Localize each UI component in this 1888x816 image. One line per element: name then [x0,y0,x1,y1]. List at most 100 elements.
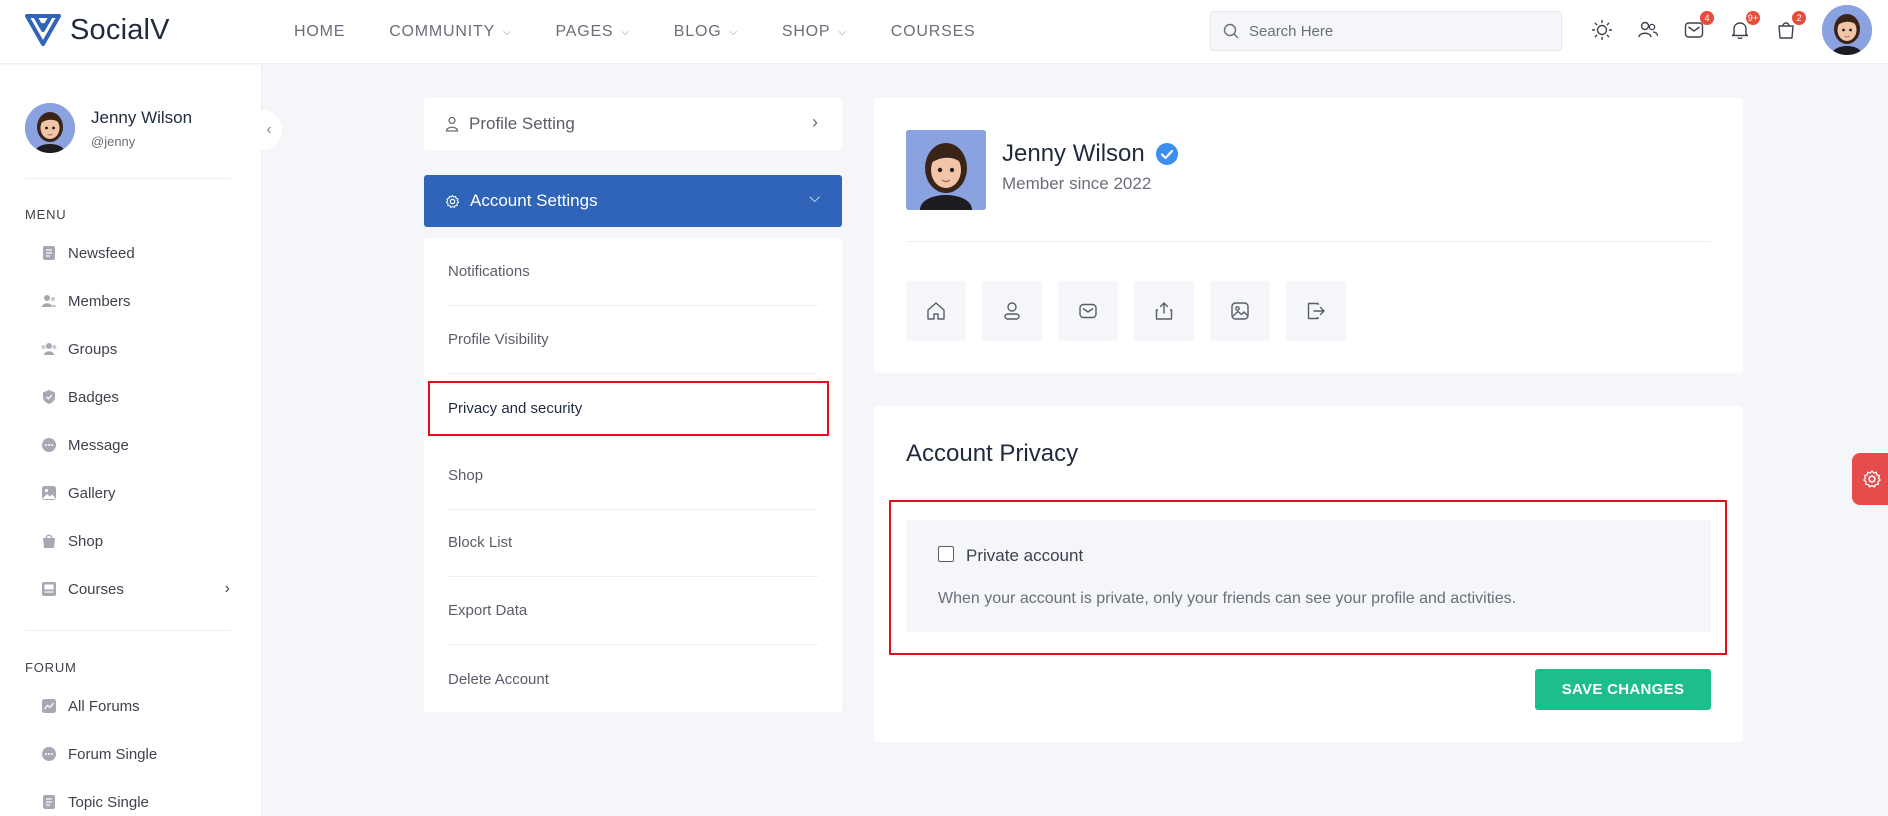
submenu-profile-visibility[interactable]: Profile Visibility [448,306,818,374]
main-nav: HOME COMMUNITY ⌵ PAGES ⌵ BLOG ⌵ SHOP ⌵ COURS… [294,0,1020,64]
cart-badge: 2 [1792,11,1806,25]
sidebar-collapse-button[interactable]: ‹ [256,110,282,150]
submenu-privacy-security[interactable]: Privacy and security [448,374,818,442]
sidebar-item-courses[interactable]: Courses › [40,577,230,601]
private-account-checkbox[interactable] [938,546,954,562]
divider [25,178,231,179]
sidebar-item-message[interactable]: Message [40,433,230,457]
sidebar-item-members[interactable]: Members [40,289,230,313]
logo[interactable]: SocialV [24,12,170,48]
app-name: SocialV [70,13,170,46]
submenu-export-data[interactable]: Export Data [448,577,818,645]
sidebar-user[interactable]: Jenny Wilson @jenny [25,103,192,153]
share-button[interactable] [1134,281,1194,341]
user-icon [445,116,459,132]
notifications-bell-icon[interactable]: 9+ [1728,11,1760,42]
submenu-block-list[interactable]: Block List [448,509,818,577]
gear-icon [445,194,460,208]
gallery-button[interactable] [1210,281,1270,341]
search-input[interactable] [1249,22,1529,40]
submenu-notifications[interactable]: Notifications [448,238,818,306]
chevron-right-icon[interactable]: › [225,580,230,598]
cart-bag-icon[interactable]: 2 [1774,11,1806,42]
chevron-down-icon: ⌵ [838,26,847,38]
logout-icon [1307,302,1325,320]
save-changes-button[interactable]: SAVE CHANGES [1535,669,1711,710]
friends-icon[interactable] [1636,18,1660,42]
sidebar-item-topic-single[interactable]: Topic Single [40,790,230,814]
submenu-delete-account[interactable]: Delete Account [448,645,818,713]
profile-card: Jenny Wilson Member since 2022 [874,98,1743,373]
theme-settings-button[interactable] [1852,453,1888,505]
nav-courses[interactable]: COURSES [891,23,976,41]
private-account-option: Private account When your account is pri… [906,520,1711,632]
mail-button[interactable] [1058,281,1118,341]
sidebar-item-badges[interactable]: Badges [40,385,230,409]
sidebar-item-all-forums[interactable]: All Forums [40,694,230,718]
sidebar-item-forum-single[interactable]: Forum Single [40,742,230,766]
account-privacy-title: Account Privacy [906,440,1079,467]
profile-setting-link[interactable]: Profile Setting › [424,98,842,150]
chevron-left-icon: ‹ [266,121,272,138]
logout-button[interactable] [1286,281,1346,341]
private-account-label[interactable]: Private account [966,546,1083,566]
user-icon [1004,302,1020,320]
account-settings-submenu: Notifications Profile Visibility Privacy… [424,238,842,712]
top-navbar: SocialV HOME COMMUNITY ⌵ PAGES ⌵ BLOG ⌵ SHO… [0,0,1888,64]
forums-icon [40,697,58,715]
sidebar-item-newsfeed[interactable]: Newsfeed [40,241,230,265]
gallery-icon [40,484,58,502]
badge-icon [40,388,58,406]
messages-badge: 4 [1700,11,1714,25]
avatar [906,130,986,210]
forum-section-title: FORUM [25,660,77,675]
courses-icon [40,580,58,598]
account-privacy-card: Account Privacy Private account When you… [874,406,1743,742]
menu-section-title: MENU [25,207,67,222]
profile-button[interactable] [982,281,1042,341]
upload-share-icon [1155,302,1173,320]
socialv-logo-icon [25,14,61,46]
sidebar-item-gallery[interactable]: Gallery [40,481,230,505]
nav-shop[interactable]: SHOP ⌵ [782,23,847,41]
chevron-down-icon: ⌵ [621,26,630,38]
chevron-down-icon: ⌵ [729,26,738,38]
message-icon [40,436,58,454]
account-settings-toggle[interactable]: Account Settings ⌵ [424,175,842,227]
gear-icon [1863,470,1881,488]
nav-blog[interactable]: BLOG ⌵ [674,23,738,41]
messages-icon[interactable]: 4 [1682,11,1714,42]
sidebar-user-name: Jenny Wilson [91,107,193,127]
search-icon [1223,23,1239,39]
verified-badge-icon [1155,143,1178,165]
nav-home[interactable]: HOME [294,23,345,41]
nav-community[interactable]: COMMUNITY ⌵ [389,23,511,41]
left-sidebar: Jenny Wilson @jenny ‹ MENU Newsfeed Memb… [0,65,282,816]
profile-actions [906,281,1362,341]
mail-icon [1079,303,1097,319]
sidebar-item-groups[interactable]: Groups [40,337,230,361]
submenu-shop[interactable]: Shop [448,442,818,510]
theme-toggle-sun-icon[interactable] [1590,18,1614,42]
forum-chat-icon [40,745,58,763]
chevron-right-icon: › [812,112,818,132]
sidebar-item-shop[interactable]: Shop [40,529,230,553]
chevron-down-icon: ⌵ [809,189,820,205]
chevron-down-icon: ⌵ [503,26,512,38]
top-icons: 4 9+ 2 [1590,0,1820,60]
search-box[interactable] [1210,11,1562,51]
members-icon [40,292,58,310]
user-avatar-top[interactable] [1822,5,1872,55]
profile-name: Jenny Wilson [1002,140,1179,168]
profile-setting-label: Profile Setting [469,114,575,133]
sidebar-user-handle: @jenny [91,133,136,149]
account-settings-label: Account Settings [470,191,598,210]
divider [906,241,1711,242]
image-icon [1231,302,1249,320]
nav-pages[interactable]: PAGES ⌵ [555,23,629,41]
home-button[interactable] [906,281,966,341]
avatar [25,103,75,153]
topic-icon [40,793,58,811]
home-icon [927,302,945,320]
notifications-badge: 9+ [1745,11,1760,25]
